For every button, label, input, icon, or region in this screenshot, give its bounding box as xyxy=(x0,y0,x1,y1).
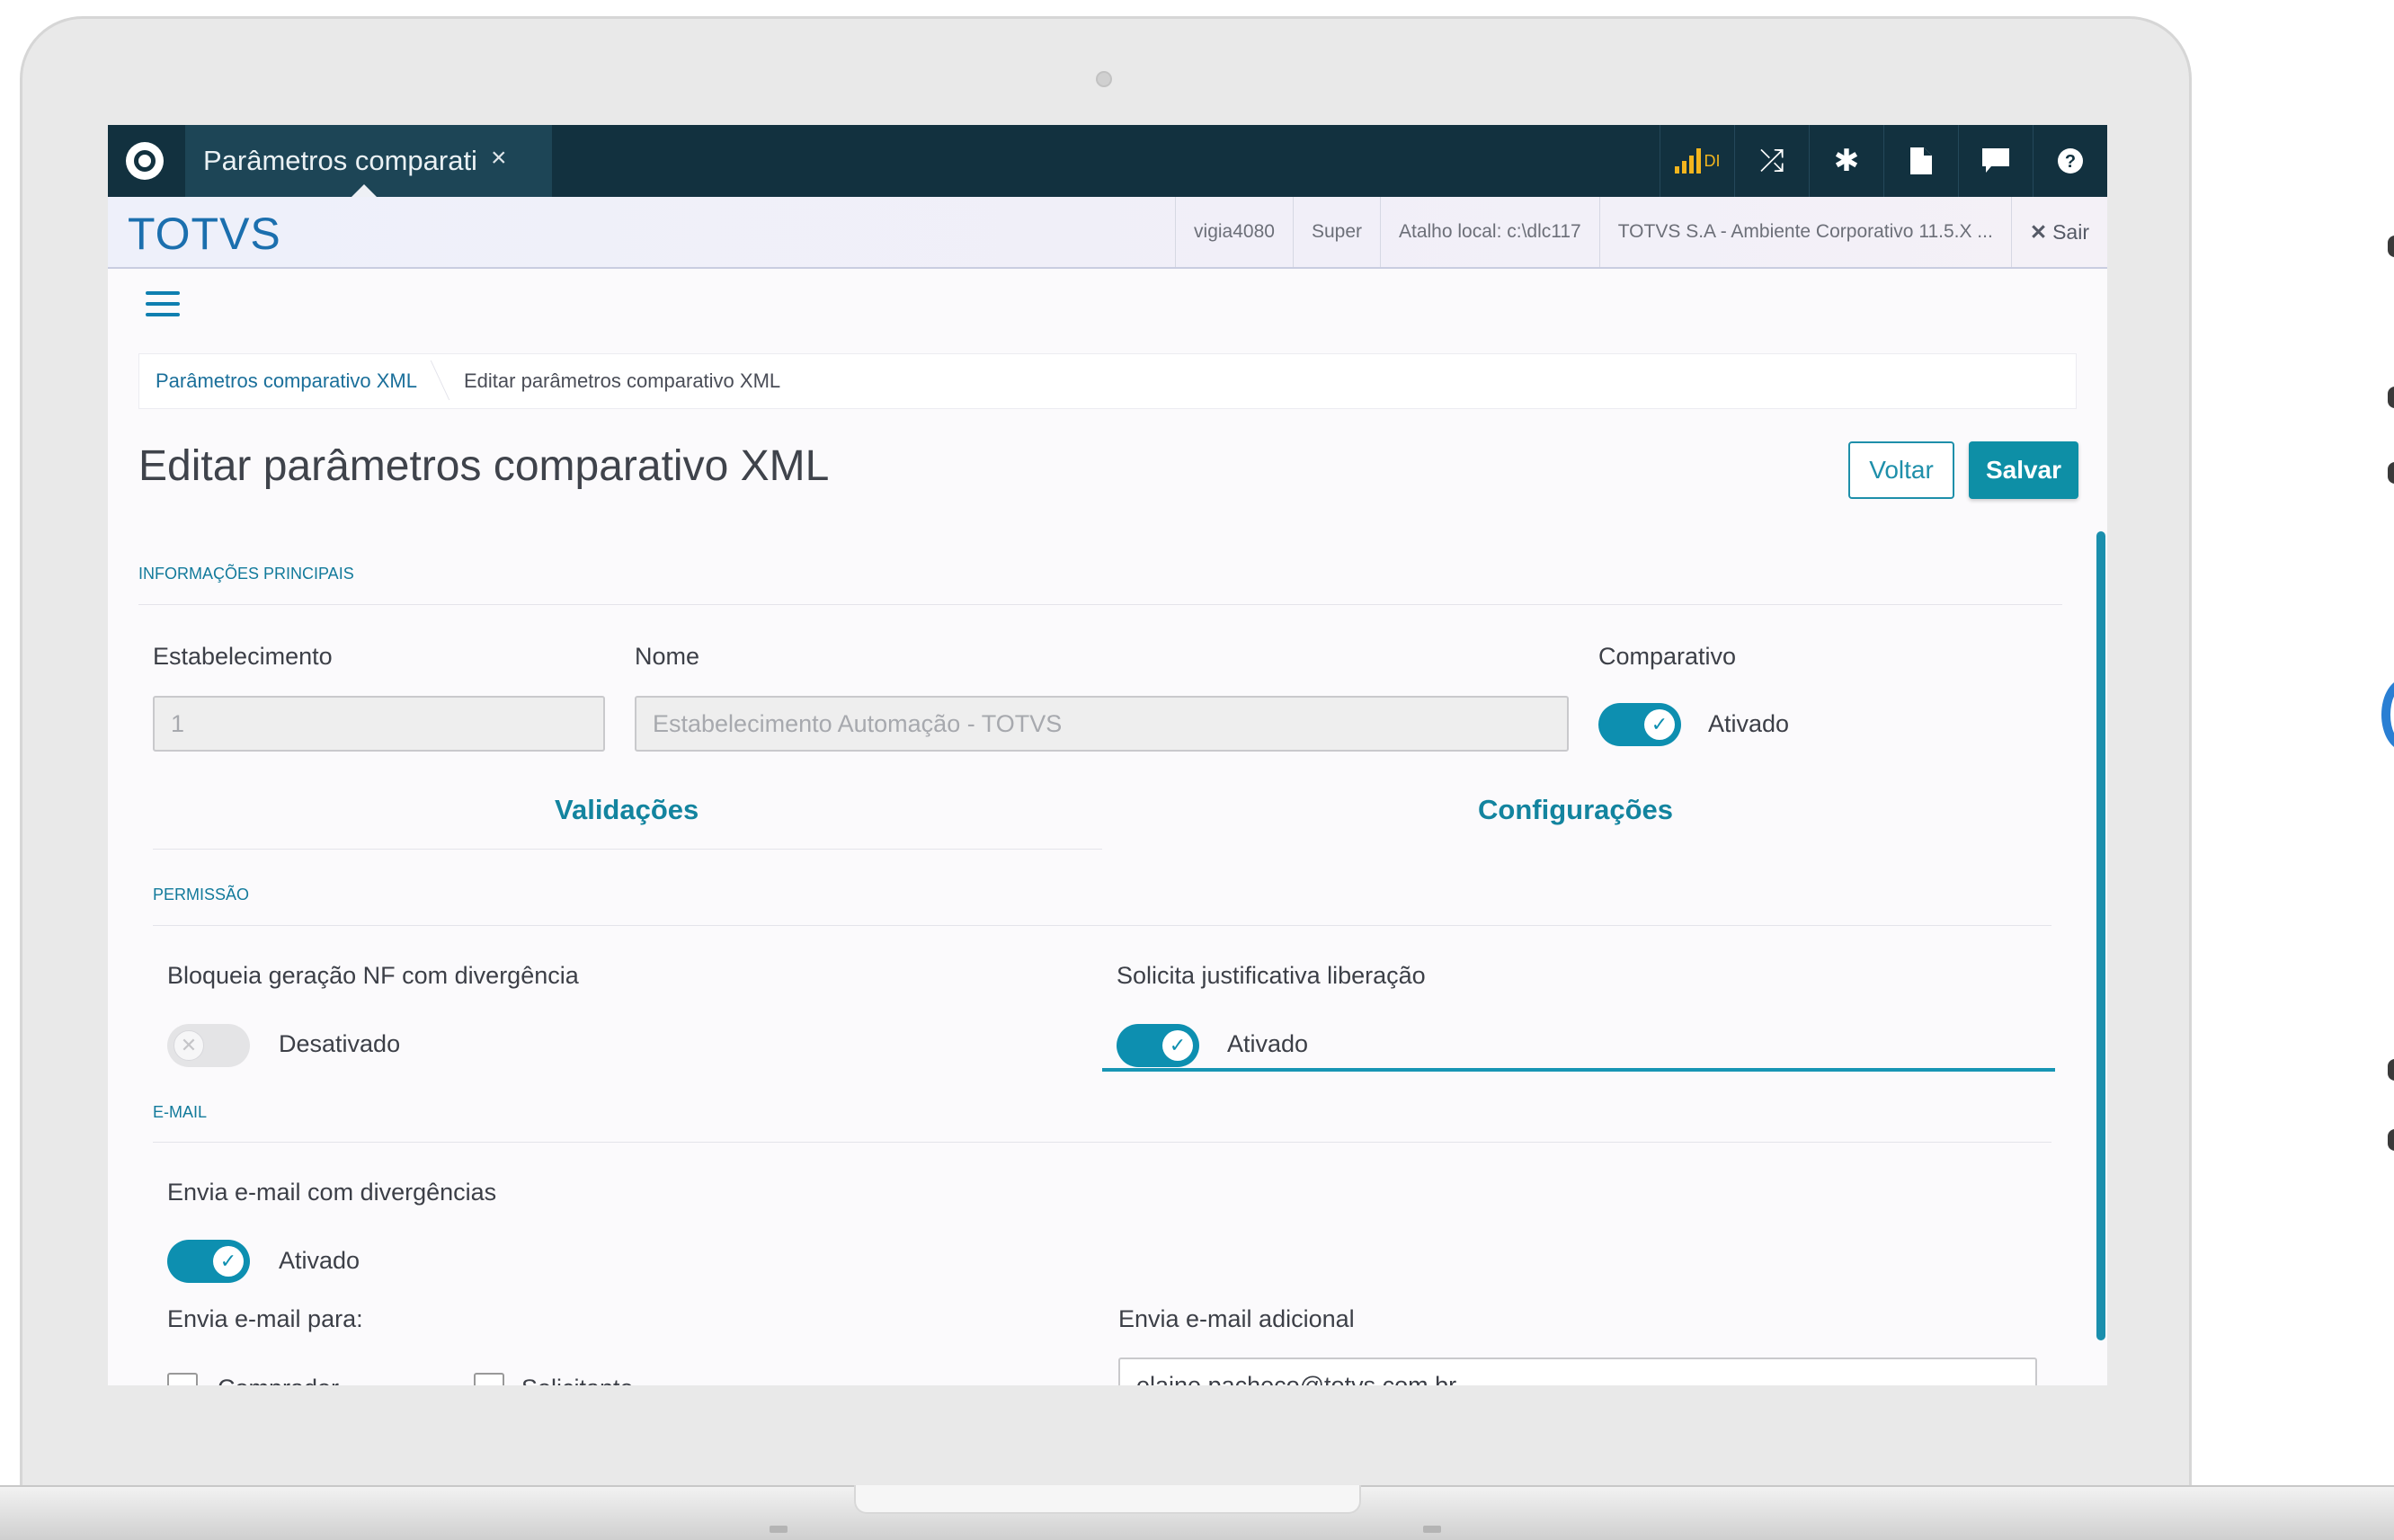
user-role: Super xyxy=(1292,197,1380,267)
gear-icon[interactable]: ✱ xyxy=(1809,125,1883,197)
solicita-label: Solicita justificativa liberação xyxy=(1117,962,1426,989)
nome-label: Nome xyxy=(635,643,700,670)
breadcrumb-item-parametros[interactable]: Parâmetros comparativo XML xyxy=(139,353,441,409)
envia-state: Ativado xyxy=(279,1247,360,1274)
tab-close-icon[interactable]: × xyxy=(491,143,507,174)
laptop-base-notch xyxy=(854,1485,1361,1514)
active-tab-indicator xyxy=(1102,1068,2055,1072)
environment-name: TOTVS S.A - Ambiente Corporativo 11.5.X … xyxy=(1598,197,2011,267)
local-shortcut: Atalho local: c:\dlc117 xyxy=(1380,197,1599,267)
bloqueia-state: Desativado xyxy=(279,1030,401,1057)
email-adicional-field[interactable]: elaine.pacheco@totvs.com.br ⌄ xyxy=(1118,1358,2037,1385)
webcam xyxy=(1096,71,1112,87)
totvs-logo-icon[interactable] xyxy=(126,142,164,180)
estabelecimento-field[interactable]: 1 xyxy=(153,696,605,752)
top-bar: Parâmetros comparati × DI ⤮ ✱ ? xyxy=(108,125,2107,197)
topbar-icons: DI ⤮ ✱ ? xyxy=(1660,125,2107,197)
email-adicional-value: elaine.pacheco@totvs.com.br xyxy=(1136,1371,1457,1386)
adicional-label: Envia e-mail adicional xyxy=(1118,1305,1355,1332)
app-screen: Parâmetros comparati × DI ⤮ ✱ ? TOTVS vi… xyxy=(108,125,2107,1385)
comprador-label: Comprador xyxy=(218,1375,339,1385)
laptop-foot xyxy=(1423,1526,1441,1533)
back-button[interactable]: Voltar xyxy=(1848,441,1954,499)
solicitante-label: Solicitante xyxy=(521,1375,634,1385)
user-name: vigia4080 xyxy=(1175,197,1293,267)
signal-di-icon[interactable]: DI xyxy=(1660,125,1734,197)
comparativo-state: Ativado xyxy=(1708,710,1790,737)
solicitante-checkbox[interactable] xyxy=(474,1373,504,1385)
save-button[interactable]: Salvar xyxy=(1969,441,2078,499)
close-icon: ✕ xyxy=(2029,219,2048,244)
nome-field[interactable]: Estabelecimento Automação - TOTVS xyxy=(635,696,1569,752)
envia-para-label: Envia e-mail para: xyxy=(167,1305,363,1332)
edge-dot-icon xyxy=(2388,236,2394,257)
edge-dot-icon xyxy=(2388,1129,2394,1151)
divider xyxy=(138,604,2062,605)
tab-divider xyxy=(153,849,1102,850)
section-main-info: INFORMAÇÕES PRINCIPAIS xyxy=(138,565,354,583)
logout-label: Sair xyxy=(2052,219,2089,244)
breadcrumb: Parâmetros comparativo XML Editar parâme… xyxy=(138,353,2077,409)
edge-dot-icon xyxy=(2388,1059,2394,1081)
tab-title: Parâmetros comparati xyxy=(203,145,477,176)
envia-label: Envia e-mail com divergências xyxy=(167,1179,497,1206)
comparativo-label: Comparativo xyxy=(1598,643,1737,670)
shuffle-icon[interactable]: ⤮ xyxy=(1734,125,1809,197)
logout-button[interactable]: ✕ Sair xyxy=(2010,197,2107,267)
bloqueia-toggle[interactable]: ✕ xyxy=(167,1024,250,1067)
section-permissao: PERMISSÃO xyxy=(153,886,250,904)
comprador-checkbox[interactable] xyxy=(167,1373,198,1385)
check-icon: ✓ xyxy=(213,1246,244,1277)
edge-dot-icon xyxy=(2388,462,2394,484)
edge-ring-icon xyxy=(2381,679,2394,751)
divider xyxy=(153,1142,2051,1143)
check-icon: ✓ xyxy=(1162,1030,1193,1061)
edge-dot-icon xyxy=(2388,387,2394,408)
comparativo-toggle[interactable]: ✓ xyxy=(1598,703,1681,746)
signal-label: DI xyxy=(1704,151,1721,170)
breadcrumb-item-editar: Editar parâmetros comparativo XML xyxy=(464,369,781,392)
chevron-down-icon[interactable]: ⌄ xyxy=(1996,1374,2014,1385)
tab-validacoes[interactable]: Validações xyxy=(555,794,699,826)
solicita-toggle[interactable]: ✓ xyxy=(1117,1024,1199,1067)
section-email: E-MAIL xyxy=(153,1103,208,1121)
divider xyxy=(153,925,2051,926)
laptop-foot xyxy=(770,1526,788,1533)
chat-icon[interactable] xyxy=(1958,125,2033,197)
bloqueia-label: Bloqueia geração NF com divergência xyxy=(167,962,579,989)
menu-icon[interactable] xyxy=(146,291,180,324)
page-title: Editar parâmetros comparativo XML xyxy=(138,442,830,490)
scrollbar[interactable] xyxy=(2096,531,2105,1340)
envia-toggle[interactable]: ✓ xyxy=(167,1240,250,1283)
tab-configuracoes[interactable]: Configurações xyxy=(1478,794,1673,826)
brand-logo: TOTVS xyxy=(128,209,281,259)
svg-text:?: ? xyxy=(2065,152,2076,172)
document-icon[interactable] xyxy=(1883,125,1958,197)
brand-bar: TOTVS vigia4080 Super Atalho local: c:\d… xyxy=(108,197,2107,269)
session-info: vigia4080 Super Atalho local: c:\dlc117 … xyxy=(1175,197,2107,267)
estabelecimento-label: Estabelecimento xyxy=(153,643,333,670)
solicita-state: Ativado xyxy=(1227,1030,1309,1057)
check-icon: ✓ xyxy=(1644,709,1675,740)
help-icon[interactable]: ? xyxy=(2033,125,2107,197)
x-icon: ✕ xyxy=(174,1030,204,1061)
tab-pointer xyxy=(352,184,377,197)
